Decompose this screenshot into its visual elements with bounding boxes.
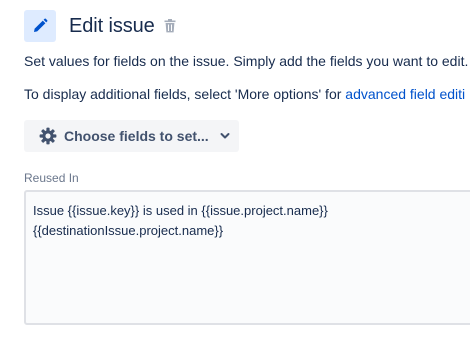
trash-icon[interactable]	[163, 18, 177, 34]
description-text: Set values for fields on the issue. Simp…	[24, 53, 469, 69]
panel-header: Edit issue	[24, 9, 177, 43]
additional-fields-text: To display additional fields, select 'Mo…	[24, 86, 465, 102]
chevron-down-icon	[219, 130, 231, 142]
pencil-icon	[24, 10, 56, 42]
reused-in-field[interactable]: Issue {{issue.key}} is used in {{issue.p…	[24, 190, 470, 325]
choose-fields-button[interactable]: Choose fields to set...	[24, 120, 239, 152]
field-value-line: {{destinationIssue.project.name}}	[33, 223, 224, 238]
additional-fields-prefix: To display additional fields, select 'Mo…	[24, 86, 346, 102]
choose-fields-label: Choose fields to set...	[64, 128, 209, 144]
gear-icon	[38, 126, 58, 146]
reused-in-label: Reused In	[24, 171, 79, 185]
field-value-line: Issue {{issue.key}} is used in {{issue.p…	[33, 203, 328, 218]
edit-issue-panel: Edit issue Set values for fields on the …	[0, 0, 470, 341]
advanced-field-editing-link[interactable]: advanced field editi	[345, 86, 465, 102]
page-title: Edit issue	[69, 14, 155, 37]
